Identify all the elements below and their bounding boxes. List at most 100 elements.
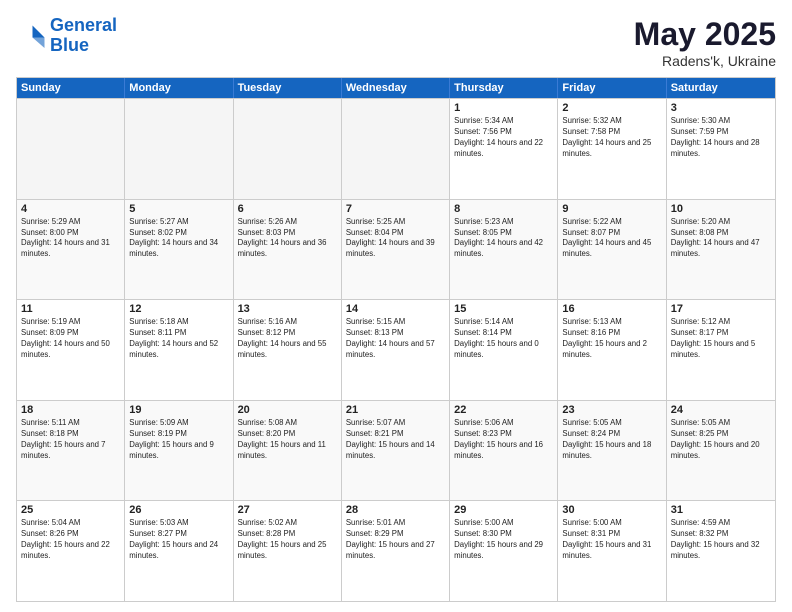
calendar-cell: 31 Sunrise: 4:59 AMSunset: 8:32 PMDayligh… <box>667 501 775 601</box>
logo-line2: Blue <box>50 35 89 55</box>
main-title: May 2025 <box>634 16 776 53</box>
calendar-cell: 3 Sunrise: 5:30 AMSunset: 7:59 PMDaylight… <box>667 99 775 199</box>
cell-info: Sunrise: 5:34 AMSunset: 7:56 PMDaylight:… <box>454 116 553 160</box>
calendar-cell <box>234 99 342 199</box>
calendar-cell: 8 Sunrise: 5:23 AMSunset: 8:05 PMDaylight… <box>450 200 558 300</box>
cell-info: Sunrise: 5:16 AMSunset: 8:12 PMDaylight:… <box>238 317 337 361</box>
day-number: 21 <box>346 404 445 416</box>
day-number: 5 <box>129 203 228 215</box>
cell-info: Sunrise: 5:04 AMSunset: 8:26 PMDaylight:… <box>21 518 120 562</box>
header-friday: Friday <box>558 78 666 98</box>
cell-info: Sunrise: 5:23 AMSunset: 8:05 PMDaylight:… <box>454 217 553 261</box>
day-number: 6 <box>238 203 337 215</box>
cell-info: Sunrise: 5:03 AMSunset: 8:27 PMDaylight:… <box>129 518 228 562</box>
day-number: 19 <box>129 404 228 416</box>
calendar-cell: 24Sunrise: 5:05 AMSunset: 8:25 PMDayligh… <box>667 401 775 501</box>
cell-info: Sunrise: 5:12 AMSunset: 8:17 PMDaylight:… <box>671 317 771 361</box>
calendar-cell: 25 Sunrise: 5:04 AMSunset: 8:26 PMDayligh… <box>17 501 125 601</box>
logo-text: General Blue <box>50 16 117 56</box>
day-number: 17 <box>671 303 771 315</box>
calendar-cell: 16 Sunrise: 5:13 AMSunset: 8:16 PMDayligh… <box>558 300 666 400</box>
day-number: 22 <box>454 404 553 416</box>
logo-icon <box>16 21 46 51</box>
cell-info: Sunrise: 5:00 AMSunset: 8:30 PMDaylight:… <box>454 518 553 562</box>
calendar: Sunday Monday Tuesday Wednesday Thursday… <box>16 77 776 602</box>
calendar-cell: 18 Sunrise: 5:11 AMSunset: 8:18 PMDayligh… <box>17 401 125 501</box>
cell-info: Sunrise: 5:32 AMSunset: 7:58 PMDaylight:… <box>562 116 661 160</box>
cell-info: Sunrise: 5:07 AMSunset: 8:21 PMDaylight:… <box>346 418 445 462</box>
cell-info: Sunrise: 5:26 AMSunset: 8:03 PMDaylight:… <box>238 217 337 261</box>
calendar-row-4: 18 Sunrise: 5:11 AMSunset: 8:18 PMDayligh… <box>17 400 775 501</box>
cell-info: Sunrise: 4:59 AMSunset: 8:32 PMDaylight:… <box>671 518 771 562</box>
day-number: 18 <box>21 404 120 416</box>
cell-info: Sunrise: 5:08 AMSunset: 8:20 PMDaylight:… <box>238 418 337 462</box>
calendar-cell: 6 Sunrise: 5:26 AMSunset: 8:03 PMDaylight… <box>234 200 342 300</box>
calendar-cell: 20Sunrise: 5:08 AMSunset: 8:20 PMDayligh… <box>234 401 342 501</box>
logo: General Blue <box>16 16 117 56</box>
day-number: 10 <box>671 203 771 215</box>
cell-info: Sunrise: 5:20 AMSunset: 8:08 PMDaylight:… <box>671 217 771 261</box>
calendar-cell: 26 Sunrise: 5:03 AMSunset: 8:27 PMDayligh… <box>125 501 233 601</box>
day-number: 8 <box>454 203 553 215</box>
day-number: 15 <box>454 303 553 315</box>
calendar-cell: 21 Sunrise: 5:07 AMSunset: 8:21 PMDayligh… <box>342 401 450 501</box>
logo-line1: General <box>50 15 117 35</box>
calendar-cell: 7 Sunrise: 5:25 AMSunset: 8:04 PMDaylight… <box>342 200 450 300</box>
calendar-cell: 4Sunrise: 5:29 AMSunset: 8:00 PMDaylight… <box>17 200 125 300</box>
calendar-cell: 1 Sunrise: 5:34 AMSunset: 7:56 PMDaylight… <box>450 99 558 199</box>
day-number: 31 <box>671 504 771 516</box>
cell-info: Sunrise: 5:01 AMSunset: 8:29 PMDaylight:… <box>346 518 445 562</box>
day-number: 3 <box>671 102 771 114</box>
cell-info: Sunrise: 5:11 AMSunset: 8:18 PMDaylight:… <box>21 418 120 462</box>
header-monday: Monday <box>125 78 233 98</box>
day-number: 27 <box>238 504 337 516</box>
calendar-cell: 22 Sunrise: 5:06 AMSunset: 8:23 PMDayligh… <box>450 401 558 501</box>
calendar-cell: 29Sunrise: 5:00 AMSunset: 8:30 PMDayligh… <box>450 501 558 601</box>
calendar-cell <box>125 99 233 199</box>
calendar-cell: 13 Sunrise: 5:16 AMSunset: 8:12 PMDayligh… <box>234 300 342 400</box>
day-number: 13 <box>238 303 337 315</box>
calendar-cell <box>17 99 125 199</box>
cell-info: Sunrise: 5:30 AMSunset: 7:59 PMDaylight:… <box>671 116 771 160</box>
calendar-row-2: 4Sunrise: 5:29 AMSunset: 8:00 PMDaylight… <box>17 199 775 300</box>
cell-info: Sunrise: 5:05 AMSunset: 8:24 PMDaylight:… <box>562 418 661 462</box>
cell-info: Sunrise: 5:25 AMSunset: 8:04 PMDaylight:… <box>346 217 445 261</box>
calendar-row-1: 1 Sunrise: 5:34 AMSunset: 7:56 PMDaylight… <box>17 98 775 199</box>
day-number: 26 <box>129 504 228 516</box>
calendar-cell: 12Sunrise: 5:18 AMSunset: 8:11 PMDayligh… <box>125 300 233 400</box>
day-number: 1 <box>454 102 553 114</box>
calendar-cell: 19 Sunrise: 5:09 AMSunset: 8:19 PMDayligh… <box>125 401 233 501</box>
calendar-cell: 14Sunrise: 5:15 AMSunset: 8:13 PMDayligh… <box>342 300 450 400</box>
calendar-cell: 10 Sunrise: 5:20 AMSunset: 8:08 PMDayligh… <box>667 200 775 300</box>
day-number: 7 <box>346 203 445 215</box>
cell-info: Sunrise: 5:09 AMSunset: 8:19 PMDaylight:… <box>129 418 228 462</box>
calendar-cell: 15 Sunrise: 5:14 AMSunset: 8:14 PMDayligh… <box>450 300 558 400</box>
cell-info: Sunrise: 5:14 AMSunset: 8:14 PMDaylight:… <box>454 317 553 361</box>
day-number: 9 <box>562 203 661 215</box>
calendar-cell <box>342 99 450 199</box>
day-number: 14 <box>346 303 445 315</box>
calendar-cell: 23Sunrise: 5:05 AMSunset: 8:24 PMDayligh… <box>558 401 666 501</box>
cell-info: Sunrise: 5:06 AMSunset: 8:23 PMDaylight:… <box>454 418 553 462</box>
calendar-cell: 11Sunrise: 5:19 AMSunset: 8:09 PMDayligh… <box>17 300 125 400</box>
day-number: 28 <box>346 504 445 516</box>
calendar-cell: 17 Sunrise: 5:12 AMSunset: 8:17 PMDayligh… <box>667 300 775 400</box>
calendar-cell: 9 Sunrise: 5:22 AMSunset: 8:07 PMDaylight… <box>558 200 666 300</box>
day-number: 25 <box>21 504 120 516</box>
header: General Blue May 2025 Radens'k, Ukraine <box>16 16 776 69</box>
cell-info: Sunrise: 5:19 AMSunset: 8:09 PMDaylight:… <box>21 317 120 361</box>
cell-info: Sunrise: 5:02 AMSunset: 8:28 PMDaylight:… <box>238 518 337 562</box>
header-tuesday: Tuesday <box>234 78 342 98</box>
cell-info: Sunrise: 5:13 AMSunset: 8:16 PMDaylight:… <box>562 317 661 361</box>
calendar-row-3: 11Sunrise: 5:19 AMSunset: 8:09 PMDayligh… <box>17 299 775 400</box>
cell-info: Sunrise: 5:22 AMSunset: 8:07 PMDaylight:… <box>562 217 661 261</box>
day-number: 16 <box>562 303 661 315</box>
subtitle: Radens'k, Ukraine <box>634 53 776 69</box>
header-saturday: Saturday <box>667 78 775 98</box>
day-number: 30 <box>562 504 661 516</box>
calendar-row-5: 25 Sunrise: 5:04 AMSunset: 8:26 PMDayligh… <box>17 500 775 601</box>
header-wednesday: Wednesday <box>342 78 450 98</box>
calendar-cell: 27 Sunrise: 5:02 AMSunset: 8:28 PMDayligh… <box>234 501 342 601</box>
day-number: 4 <box>21 203 120 215</box>
calendar-cell: 2Sunrise: 5:32 AMSunset: 7:58 PMDaylight… <box>558 99 666 199</box>
